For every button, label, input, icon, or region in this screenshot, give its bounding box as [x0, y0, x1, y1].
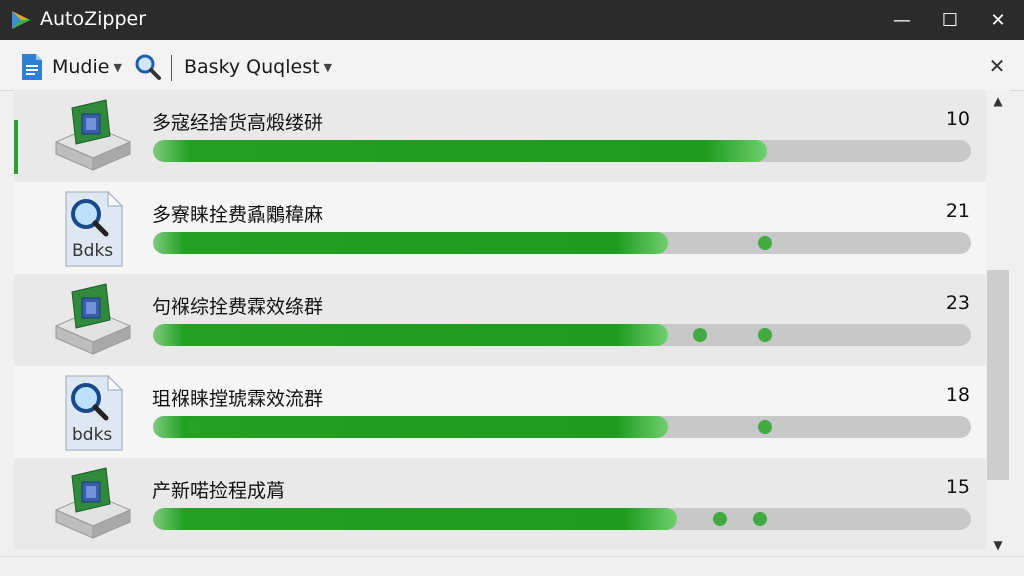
mode-dropdown[interactable]: Mudie ▼ — [52, 56, 122, 78]
progress-track — [153, 140, 971, 162]
filter-dropdown-label: Basky Quqlest — [184, 56, 320, 78]
document-icon — [22, 54, 42, 80]
close-window-button[interactable]: ✕ — [974, 0, 1022, 40]
scrollbar-thumb[interactable] — [987, 270, 1009, 480]
item-count: 18 — [945, 384, 970, 406]
item-count: 23 — [945, 292, 970, 314]
progress-marker — [758, 328, 772, 342]
progress-fill — [153, 324, 669, 346]
network-drive-icon — [54, 467, 132, 539]
item-title: 珇褓睐摚琥霖效流群 — [152, 388, 324, 410]
network-drive-icon — [54, 283, 132, 355]
progress-fill — [153, 232, 669, 254]
item-title: 多寇经捨货高煅缕硑 — [152, 112, 324, 134]
list-item[interactable]: 多寇经捨货高煅缕硑 10 — [14, 90, 986, 182]
item-title: 多寮睐拴费鼒鷴稦麻 — [152, 204, 324, 226]
search-document-icon: bdks — [65, 374, 124, 451]
item-count: 10 — [945, 108, 970, 130]
app-title: AutoZipper — [40, 8, 147, 30]
app-window: AutoZipper — ☐ ✕ Mudie ▼ Basky Quqlest ▼ ✕ — [0, 0, 1024, 576]
item-count: 15 — [945, 476, 970, 498]
maximize-button[interactable]: ☐ — [926, 0, 974, 40]
list-item[interactable]: 句褓综拴费霖效绦群 23 — [14, 274, 986, 366]
close-panel-button[interactable]: ✕ — [984, 53, 1010, 79]
icon-label: bdks — [72, 425, 112, 445]
list-item[interactable]: Bdks 多寮睐拴费鼒鷴稦麻 21 — [14, 182, 986, 274]
progress-marker — [693, 328, 707, 342]
filter-dropdown[interactable]: Basky Quqlest ▼ — [184, 56, 332, 78]
list-item[interactable]: 产新喏捡程成菺 15 — [14, 458, 986, 550]
progress-fill — [153, 508, 677, 530]
item-title: 产新喏捡程成菺 — [152, 480, 286, 502]
scroll-up-button[interactable]: ▲ — [986, 90, 1010, 112]
search-icon[interactable] — [134, 53, 162, 81]
list-item[interactable]: bdks 珇褓睐摚琥霖效流群 18 — [14, 366, 986, 458]
title-bar: AutoZipper — ☐ ✕ — [0, 0, 1024, 40]
selection-indicator — [14, 120, 18, 174]
progress-track — [153, 232, 971, 254]
item-count: 21 — [945, 200, 970, 222]
status-bar — [0, 556, 1024, 576]
network-drive-icon — [54, 99, 132, 171]
item-title: 句褓综拴费霖效绦群 — [152, 296, 324, 318]
search-document-icon: Bdks — [65, 190, 124, 267]
chevron-down-icon: ▼ — [323, 61, 333, 74]
item-list: 多寇经捨货高煅缕硑 10 Bdks 多寮睐拴费鼒鷴稦麻 21 句褓综拴费霖效绦群… — [14, 90, 986, 556]
progress-marker — [753, 512, 767, 526]
vertical-scrollbar[interactable]: ▲ ▼ — [986, 90, 1010, 556]
chevron-down-icon: ▼ — [113, 61, 122, 74]
progress-marker — [758, 236, 772, 250]
progress-marker — [187, 420, 201, 434]
mode-dropdown-label: Mudie — [52, 56, 110, 78]
progress-marker — [713, 512, 727, 526]
icon-label: Bdks — [72, 241, 113, 261]
app-logo-icon — [12, 11, 30, 29]
progress-track — [153, 508, 971, 530]
minimize-button[interactable]: — — [878, 0, 926, 40]
progress-track — [153, 324, 971, 346]
progress-track — [153, 416, 971, 438]
scroll-down-button[interactable]: ▼ — [986, 534, 1010, 556]
toolbar-separator — [171, 55, 172, 81]
progress-fill — [153, 140, 767, 162]
progress-marker — [758, 420, 772, 434]
toolbar: Mudie ▼ Basky Quqlest ▼ ✕ — [0, 40, 1024, 91]
progress-fill — [153, 416, 669, 438]
